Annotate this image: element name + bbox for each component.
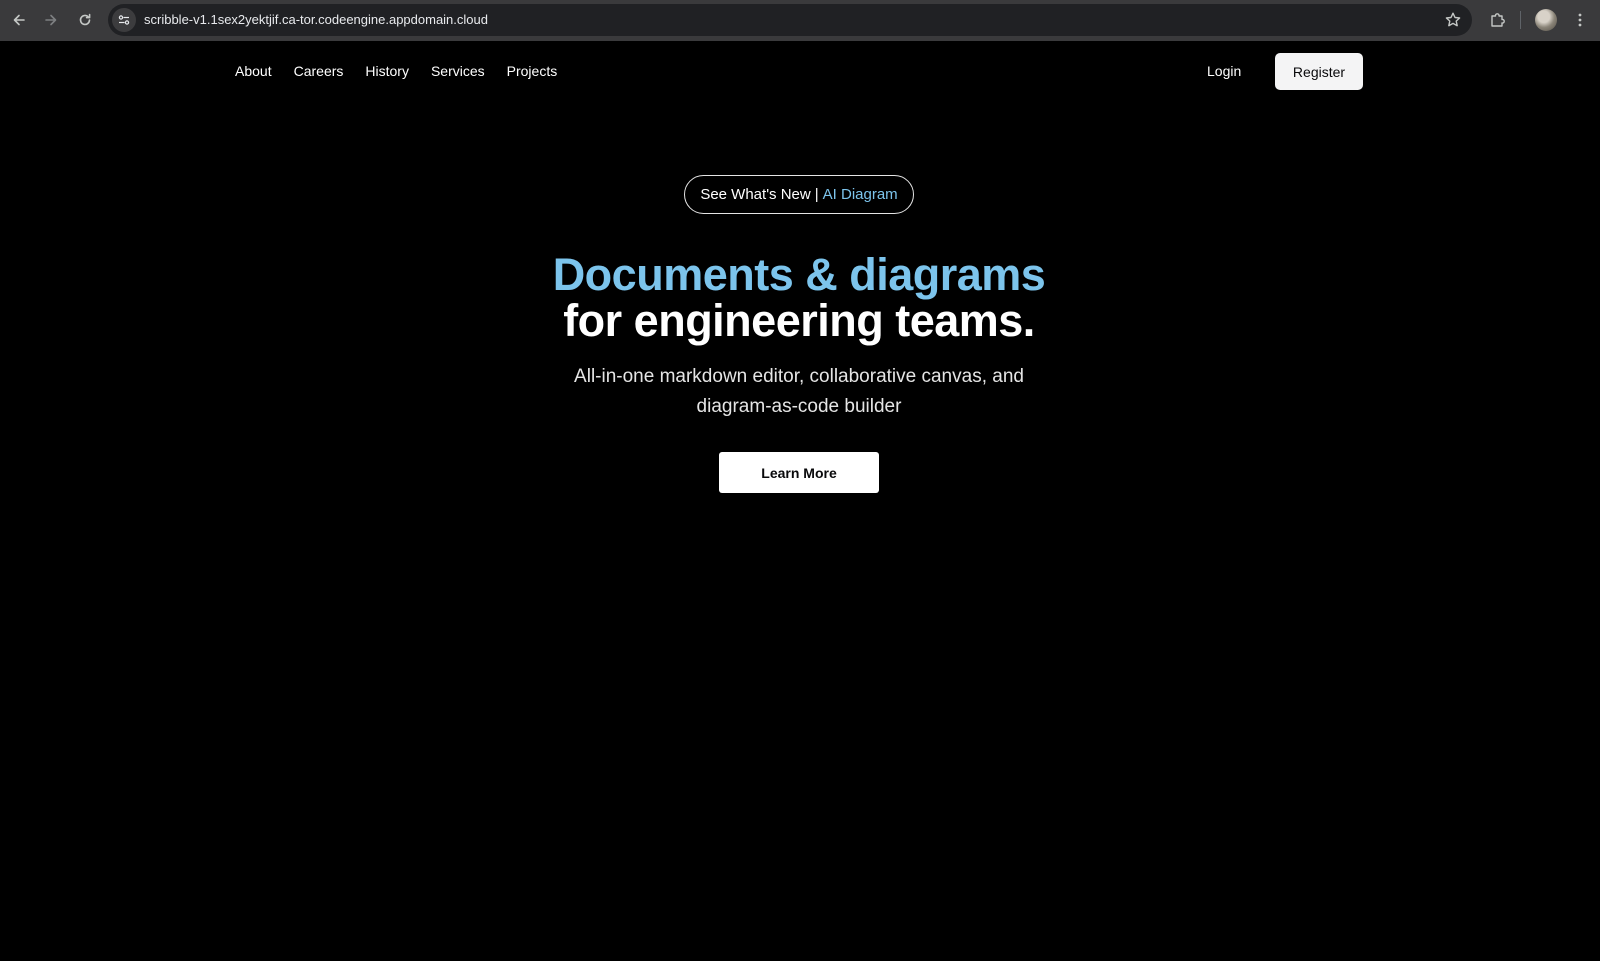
pill-accent: AI Diagram [822,186,898,203]
back-arrow-icon[interactable] [8,9,30,31]
profile-avatar[interactable] [1535,9,1557,31]
address-bar[interactable]: scribble-v1.1sex2yektjif.ca-tor.codeengi… [108,4,1472,36]
register-button[interactable]: Register [1275,53,1363,90]
reload-icon[interactable] [74,9,96,31]
extensions-icon[interactable] [1486,8,1510,32]
browser-toolbar: scribble-v1.1sex2yektjif.ca-tor.codeengi… [0,0,1600,41]
nav-link-careers[interactable]: Careers [294,61,344,81]
nav-links: About Careers History Services Projects [235,61,557,81]
nav-link-about[interactable]: About [235,61,272,81]
forward-arrow-icon[interactable] [40,9,62,31]
more-menu-icon[interactable] [1568,8,1592,32]
pill-separator: | [814,186,819,203]
nav-link-projects[interactable]: Projects [507,61,558,81]
login-link[interactable]: Login [1207,61,1241,81]
toolbar-divider [1520,11,1521,29]
learn-more-button[interactable]: Learn More [719,452,879,493]
site-info-icon[interactable] [112,8,136,32]
hero-subhead: All-in-one markdown editor, collaborativ… [500,362,1098,422]
subhead-line-2: diagram-as-code builder [696,396,902,417]
whats-new-pill[interactable]: See What's New | AI Diagram [684,175,914,214]
nav-link-services[interactable]: Services [431,61,485,81]
url-text[interactable]: scribble-v1.1sex2yektjif.ca-tor.codeengi… [144,12,488,28]
bookmark-star-icon[interactable] [1444,11,1462,29]
headline-line-2: for engineering teams. [563,295,1035,346]
pill-prefix: See What's New [700,186,811,203]
nav-link-history[interactable]: History [365,61,409,81]
hero-headline: Documents & diagrams for engineering tea… [400,252,1198,344]
headline-line-1: Documents & diagrams [552,249,1046,300]
subhead-line-1: All-in-one markdown editor, collaborativ… [574,366,1024,387]
